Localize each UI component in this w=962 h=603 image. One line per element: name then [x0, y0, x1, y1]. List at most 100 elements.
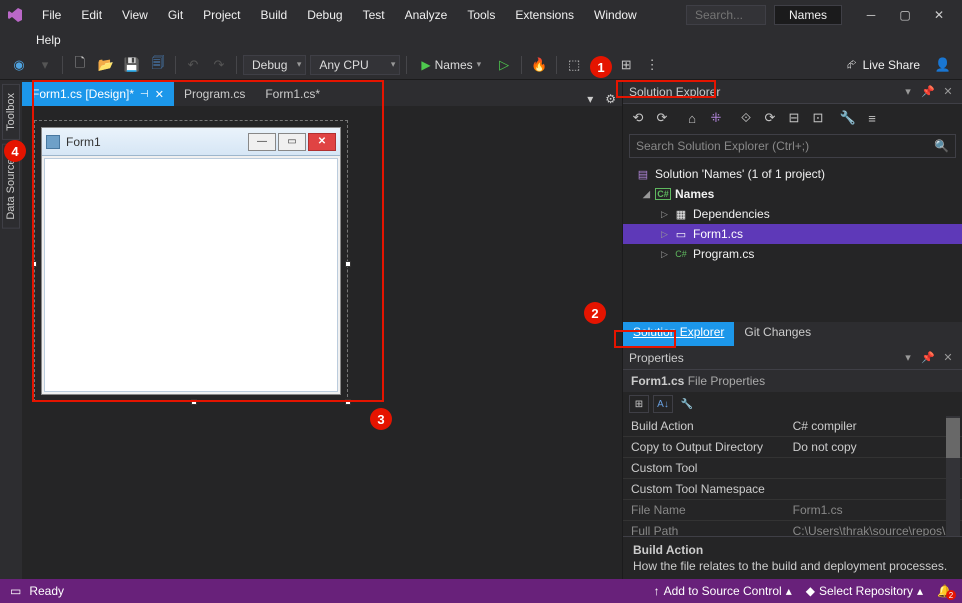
output-icon[interactable]: ▭ [10, 584, 21, 598]
nav-forward-button[interactable]: ▾ [34, 54, 56, 76]
menu-analyze[interactable]: Analyze [395, 4, 458, 26]
panel-pin-button[interactable]: 📌 [920, 84, 936, 100]
tab-form1-cs[interactable]: Form1.cs* [255, 82, 330, 106]
se-properties-button[interactable]: 🔧 [839, 109, 857, 127]
close-icon[interactable]: ✕ [155, 88, 164, 101]
resize-grip-s[interactable] [191, 399, 197, 405]
tree-form1-node[interactable]: ▷ ▭ Form1.cs [623, 224, 962, 244]
props-wrench-button[interactable]: 🔧 [677, 395, 697, 413]
resize-grip-se[interactable] [345, 399, 351, 405]
tab-settings-button[interactable]: ⚙ [599, 92, 622, 106]
redo-button[interactable]: ↷ [208, 54, 230, 76]
config-dropdown[interactable]: Debug [243, 55, 306, 75]
form-minimize-button: — [248, 133, 276, 151]
tree-dependencies-node[interactable]: ▷ ▦ Dependencies [623, 204, 962, 224]
menu-debug[interactable]: Debug [297, 4, 352, 26]
panel-options-button[interactable]: ▾ [900, 84, 916, 100]
panel-pin-button[interactable]: 📌 [920, 350, 936, 366]
tree-program-node[interactable]: ▷ C# Program.cs [623, 244, 962, 264]
menu-extensions[interactable]: Extensions [505, 4, 584, 26]
notifications-button[interactable]: 🔔2 [937, 584, 952, 598]
platform-dropdown[interactable]: Any CPU [310, 55, 400, 75]
expand-icon[interactable]: ▷ [661, 209, 673, 220]
save-button[interactable]: 💾 [121, 54, 143, 76]
prop-row-custom-tool[interactable]: Custom Tool [623, 458, 962, 479]
se-preview-button[interactable]: ≡ [863, 109, 881, 127]
global-search-input[interactable] [686, 5, 766, 25]
tree-solution-node[interactable]: ▤ Solution 'Names' (1 of 1 project) [623, 164, 962, 184]
se-switch-view-button[interactable]: ⁜ [707, 109, 725, 127]
account-button[interactable]: 👤 [932, 54, 954, 76]
vs-logo-icon [6, 6, 24, 24]
status-bar: ▭ Ready ↑ Add to Source Control ▴ ◆ Sele… [0, 579, 962, 603]
start-nodebug-button[interactable]: ▷ [493, 54, 515, 76]
panel-title-label: Solution Explorer [629, 85, 720, 99]
menu-git[interactable]: Git [158, 4, 193, 26]
pin-icon[interactable]: ⊣ [140, 89, 149, 100]
nav-back-button[interactable]: ◉ [8, 54, 30, 76]
se-showall-button[interactable]: ⊡ [809, 109, 827, 127]
save-all-button[interactable]: 🗐 [147, 54, 169, 76]
prop-row-full-path[interactable]: Full PathC:\Users\thrak\source\repos\N [623, 521, 962, 537]
se-sync-button[interactable]: ⟐ [737, 109, 755, 127]
categorized-button[interactable]: ⊞ [629, 395, 649, 413]
solution-explorer-search[interactable]: Search Solution Explorer (Ctrl+;) 🔍 [629, 134, 956, 158]
prop-row-custom-tool-ns[interactable]: Custom Tool Namespace [623, 479, 962, 500]
scroll-thumb[interactable] [946, 418, 960, 458]
csproj-icon: C# [655, 188, 671, 200]
open-file-button[interactable]: 📂 [95, 54, 117, 76]
menu-file[interactable]: File [32, 4, 71, 26]
form-client-area[interactable] [44, 158, 338, 392]
panel-close-button[interactable]: ✕ [940, 84, 956, 100]
form-designer-surface[interactable]: Form1 — ▭ ✕ [22, 106, 622, 579]
properties-grid[interactable]: Build ActionC# compiler Copy to Output D… [623, 416, 962, 536]
panel-close-button[interactable]: ✕ [940, 350, 956, 366]
menu-build[interactable]: Build [251, 4, 298, 26]
menu-window[interactable]: Window [584, 4, 647, 26]
menu-test[interactable]: Test [353, 4, 395, 26]
solution-name-label[interactable]: Names [774, 5, 842, 25]
tab-program[interactable]: Program.cs [174, 82, 255, 106]
window-minimize-button[interactable]: ─ [854, 3, 888, 27]
undo-button[interactable]: ↶ [182, 54, 204, 76]
expand-icon[interactable]: ◢ [643, 189, 655, 200]
start-debug-button[interactable]: ▶Names▾ [413, 56, 489, 74]
resize-grip-w[interactable] [31, 261, 37, 267]
menu-edit[interactable]: Edit [71, 4, 112, 26]
new-project-button[interactable]: 🗋 [69, 54, 91, 76]
prop-row-build-action[interactable]: Build ActionC# compiler [623, 416, 962, 437]
se-refresh-button[interactable]: ⟳ [761, 109, 779, 127]
live-share-button[interactable]: ⮳Live Share [839, 55, 928, 74]
toolbar-btn-1[interactable]: ⬚ [563, 54, 585, 76]
toolbox-tab[interactable]: Toolbox [2, 84, 20, 140]
properties-object-selector[interactable]: Form1.cs File Properties [623, 370, 962, 392]
tab-form1-design[interactable]: Form1.cs [Design]* ⊣ ✕ [22, 82, 174, 106]
menu-tools[interactable]: Tools [457, 4, 505, 26]
prop-row-file-name[interactable]: File NameForm1.cs [623, 500, 962, 521]
toolbar-btn-3[interactable]: ⊞ [615, 54, 637, 76]
se-forward-button[interactable]: ⟳ [653, 109, 671, 127]
select-repository-button[interactable]: ◆ Select Repository ▴ [806, 584, 923, 598]
se-back-button[interactable]: ⟲ [629, 109, 647, 127]
expand-icon[interactable]: ▷ [661, 249, 673, 260]
hot-reload-button[interactable]: 🔥 [528, 54, 550, 76]
expand-icon[interactable]: ▷ [661, 229, 673, 240]
tab-solution-explorer[interactable]: Solution Explorer [623, 322, 734, 346]
tab-overflow-button[interactable]: ▾ [581, 92, 599, 106]
prop-row-copy-output[interactable]: Copy to Output DirectoryDo not copy [623, 437, 962, 458]
window-restore-button[interactable]: ▢ [888, 3, 922, 27]
window-close-button[interactable]: ✕ [922, 3, 956, 27]
panel-options-button[interactable]: ▾ [900, 350, 916, 366]
se-collapse-button[interactable]: ⊟ [785, 109, 803, 127]
se-home-button[interactable]: ⌂ [683, 109, 701, 127]
form1-window[interactable]: Form1 — ▭ ✕ [41, 127, 341, 395]
tree-project-node[interactable]: ◢ C# Names [623, 184, 962, 204]
alphabetical-button[interactable]: A↓ [653, 395, 673, 413]
resize-grip-e[interactable] [345, 261, 351, 267]
add-source-control-button[interactable]: ↑ Add to Source Control ▴ [654, 584, 792, 598]
menu-project[interactable]: Project [193, 4, 250, 26]
tab-git-changes[interactable]: Git Changes [734, 322, 821, 346]
menu-help[interactable]: Help [36, 33, 61, 47]
toolbar-btn-4[interactable]: ⋮ [641, 54, 663, 76]
menu-view[interactable]: View [112, 4, 158, 26]
